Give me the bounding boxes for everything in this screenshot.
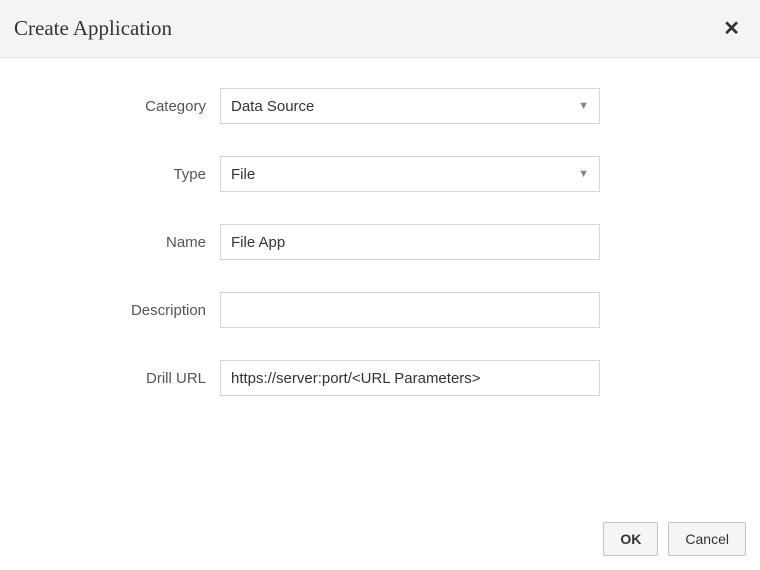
select-type-value: File (231, 166, 255, 183)
dialog-title: Create Application (14, 16, 172, 41)
chevron-down-icon: ▼ (578, 100, 589, 112)
select-type[interactable]: File ▼ (220, 156, 600, 192)
label-drill-url: Drill URL (40, 370, 220, 387)
close-icon[interactable]: ✕ (719, 15, 744, 43)
dialog-footer: OK Cancel (603, 522, 746, 556)
input-description[interactable] (220, 292, 600, 328)
chevron-down-icon: ▼ (578, 168, 589, 180)
select-category-value: Data Source (231, 98, 314, 115)
select-category[interactable]: Data Source ▼ (220, 88, 600, 124)
field-description: Description (40, 292, 720, 328)
input-name[interactable] (220, 224, 600, 260)
cancel-button[interactable]: Cancel (668, 522, 746, 556)
field-type: Type File ▼ (40, 156, 720, 192)
dialog-body: Category Data Source ▼ Type File ▼ Name … (0, 58, 760, 448)
field-drill-url: Drill URL (40, 360, 720, 396)
label-name: Name (40, 234, 220, 251)
field-category: Category Data Source ▼ (40, 88, 720, 124)
field-name: Name (40, 224, 720, 260)
label-description: Description (40, 302, 220, 319)
label-category: Category (40, 98, 220, 115)
dialog-header: Create Application ✕ (0, 0, 760, 58)
ok-button[interactable]: OK (603, 522, 658, 556)
label-type: Type (40, 166, 220, 183)
input-drill-url[interactable] (220, 360, 600, 396)
